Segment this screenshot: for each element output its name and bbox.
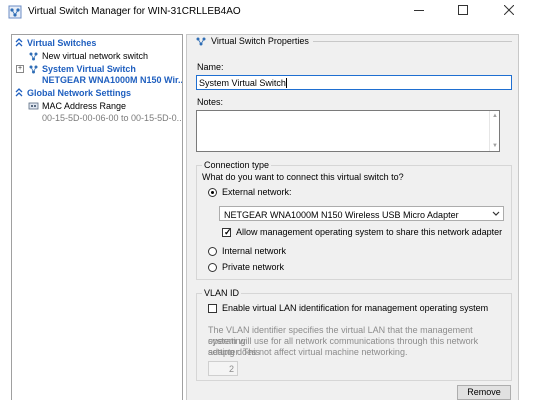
switch-icon — [28, 64, 39, 74]
switch-name-input[interactable]: System Virtual Switch — [196, 75, 512, 90]
enable-vlan-checkbox[interactable] — [208, 304, 217, 313]
expand-plus-icon[interactable]: + — [16, 65, 24, 73]
network-adapter-value: NETGEAR WNA1000M N150 Wireless USB Micro… — [224, 210, 459, 220]
vlan-id-input[interactable]: 2 — [208, 361, 238, 376]
connection-question: What do you want to connect this virtual… — [202, 172, 404, 182]
external-network-radio[interactable] — [208, 188, 217, 197]
virtual-switches-label: Virtual Switches — [27, 38, 97, 48]
external-network-label[interactable]: External network: — [222, 187, 292, 197]
selected-switch-adapter: NETGEAR WNA1000M N150 Wir... — [42, 75, 183, 85]
network-adapter-select[interactable]: NETGEAR WNA1000M N150 Wireless USB Micro… — [219, 206, 504, 221]
scroll-up-icon[interactable]: ▲ — [492, 113, 498, 119]
close-button[interactable] — [487, 0, 531, 22]
allow-mgmt-label[interactable]: Allow management operating system to sha… — [236, 227, 502, 237]
maximize-icon — [458, 5, 468, 17]
selected-switch-name: System Virtual Switch — [42, 64, 136, 74]
new-switch-label: New virtual network switch — [42, 51, 149, 61]
private-network-radio[interactable] — [208, 263, 217, 272]
chevron-down-icon — [492, 209, 500, 219]
internal-network-label[interactable]: Internal network — [222, 246, 286, 256]
virtual-switches-header[interactable]: Virtual Switches — [12, 37, 182, 49]
sidebar-item-mac-range-value[interactable]: 00-15-5D-00-06-00 to 00-15-5D-0... — [12, 112, 183, 124]
connection-type-legend: Connection type — [202, 160, 272, 170]
collapse-chevron-icon — [15, 38, 23, 48]
global-network-settings-header[interactable]: Global Network Settings — [12, 87, 182, 99]
collapse-chevron-icon — [15, 88, 23, 98]
checkmark-icon: ✓ — [224, 227, 232, 237]
vlan-id-value: 2 — [228, 364, 234, 374]
scroll-down-icon[interactable]: ▼ — [492, 143, 498, 149]
notes-textarea[interactable]: ▲ ▼ — [196, 110, 500, 152]
internal-network-radio[interactable] — [208, 247, 217, 256]
switch-icon — [195, 36, 207, 46]
virtual-switch-manager-icon — [8, 5, 22, 19]
title-bar: Virtual Switch Manager for WIN-31CRLLEB4… — [0, 0, 533, 25]
sidebar-item-switch-adapter[interactable]: NETGEAR WNA1000M N150 Wir... — [12, 74, 183, 86]
minimize-button[interactable] — [397, 0, 441, 22]
notes-scrollbar[interactable]: ▲ ▼ — [489, 111, 499, 151]
notes-label: Notes: — [197, 97, 224, 107]
global-network-settings-label: Global Network Settings — [27, 88, 132, 98]
allow-mgmt-checkbox[interactable]: ✓ — [222, 227, 232, 237]
name-label: Name: — [197, 62, 224, 72]
properties-header: Virtual Switch Properties — [195, 36, 313, 46]
close-icon — [503, 4, 515, 17]
switch-properties-pane: Virtual Switch Properties Name: System V… — [186, 34, 519, 400]
vlan-id-legend: VLAN ID — [202, 288, 242, 298]
vlan-id-group: VLAN ID Enable virtual LAN identificatio… — [196, 288, 512, 381]
window-title: Virtual Switch Manager for WIN-31CRLLEB4… — [28, 6, 241, 17]
private-network-label[interactable]: Private network — [222, 262, 284, 272]
switch-name-value: System Virtual Switch — [199, 78, 287, 88]
properties-title: Virtual Switch Properties — [211, 36, 309, 46]
vlan-description-line-3: setting does not affect virtual machine … — [208, 347, 408, 357]
connection-type-group: Connection type What do you want to conn… — [196, 160, 512, 280]
minimize-icon — [414, 5, 424, 17]
maximize-button[interactable] — [441, 0, 485, 22]
new-switch-icon — [28, 51, 39, 61]
switch-tree-pane: Virtual Switches New virtual network swi… — [11, 34, 183, 400]
enable-vlan-label[interactable]: Enable virtual LAN identification for ma… — [222, 303, 488, 313]
remove-button[interactable]: Remove — [457, 385, 511, 400]
network-adapter-icon — [28, 101, 39, 111]
sidebar-item-mac-address-range[interactable]: MAC Address Range — [12, 100, 182, 112]
sidebar-item-new-switch[interactable]: New virtual network switch — [12, 50, 182, 62]
mac-range-value: 00-15-5D-00-06-00 to 00-15-5D-0... — [42, 113, 183, 123]
mac-range-label: MAC Address Range — [42, 101, 127, 111]
